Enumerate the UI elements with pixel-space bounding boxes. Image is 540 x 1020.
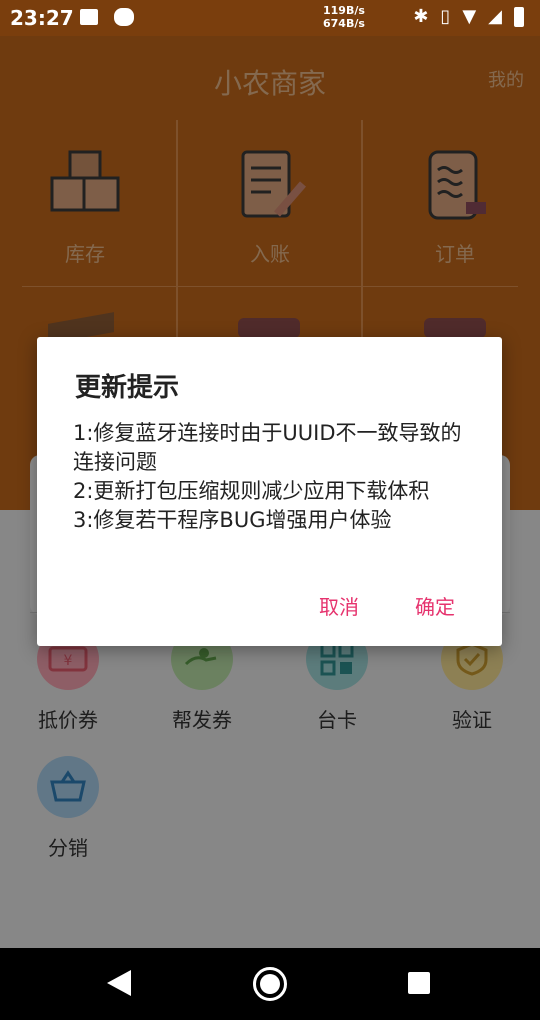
battery-icon <box>514 6 524 27</box>
status-bar: 23:27 119B/s 674B/s ✱ ▯ ▼ ◢ <box>0 0 540 36</box>
image-notification-icon <box>80 9 98 25</box>
vibrate-icon: ▯ <box>440 6 451 27</box>
dialog-line: 3:修复若干程序BUG增强用户体验 <box>73 508 392 532</box>
system-nav-bar <box>0 948 540 1020</box>
app-notification-icon <box>114 8 134 26</box>
recent-apps-icon[interactable] <box>408 972 430 994</box>
net-down: 674B/s <box>323 17 365 30</box>
dialog-line: 1:修复蓝牙连接时由于UUID不一致导致的连接问题 <box>73 421 462 474</box>
status-icons: ✱ ▯ ▼ ◢ <box>413 6 524 27</box>
confirm-button[interactable]: 确定 <box>415 591 455 620</box>
cancel-button[interactable]: 取消 <box>319 591 359 620</box>
back-icon[interactable] <box>107 970 131 996</box>
wifi-icon: ▼ <box>462 6 477 27</box>
net-up: 119B/s <box>323 4 365 17</box>
dialog-message: 1:修复蓝牙连接时由于UUID不一致导致的连接问题 2:更新打包压缩规则减少应用… <box>73 419 473 535</box>
signal-icon: ◢ <box>488 6 502 27</box>
update-dialog: 更新提示 1:修复蓝牙连接时由于UUID不一致导致的连接问题 2:更新打包压缩规… <box>37 337 502 646</box>
dialog-title: 更新提示 <box>75 373 180 403</box>
dialog-line: 2:更新打包压缩规则减少应用下载体积 <box>73 479 430 503</box>
bluetooth-icon: ✱ <box>413 6 429 27</box>
home-icon[interactable] <box>253 967 287 1001</box>
network-speed: 119B/s 674B/s <box>323 4 365 30</box>
status-time: 23:27 <box>10 6 74 30</box>
